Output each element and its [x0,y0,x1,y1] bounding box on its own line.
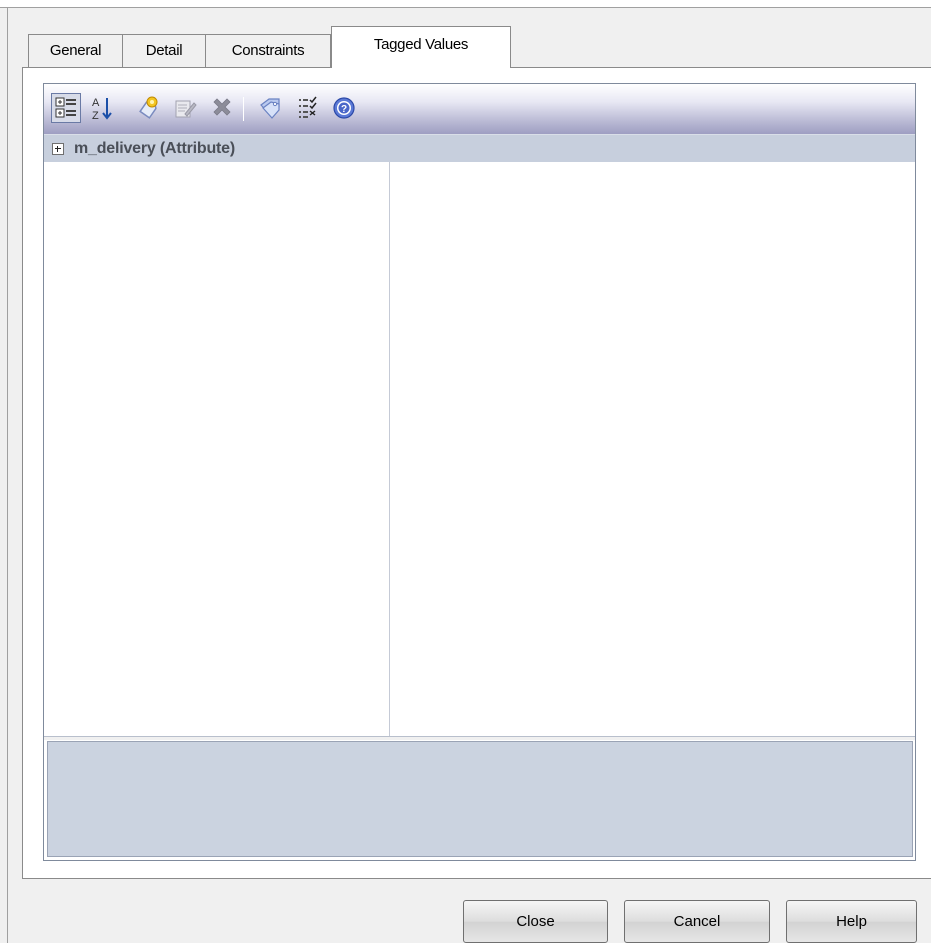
property-grid-body[interactable] [44,162,915,736]
tab-tagged-values[interactable]: Tagged Values [331,26,511,68]
expand-icon[interactable] [52,142,64,155]
new-tag-icon [139,96,158,119]
new-tag-button[interactable] [133,93,163,123]
svg-text:A: A [92,97,100,109]
description-pane [47,741,913,857]
checklist-icon [299,96,317,118]
delete-icon [213,98,231,116]
column-divider[interactable] [389,162,390,736]
window-left-edge [0,8,8,943]
category-label: m_delivery (Attribute) [74,139,235,157]
help-button[interactable]: Help [786,900,917,943]
tab-detail[interactable]: Detail [122,34,206,67]
help-toolbar-button[interactable]: ? [329,93,359,123]
tag-view-icon [260,98,280,119]
tag-view-button[interactable] [255,93,285,123]
description-splitter[interactable] [44,736,915,740]
help-icon: ? [333,97,355,119]
help-button-label: Help [836,913,867,930]
svg-text:?: ? [341,104,347,115]
sort-alphabetical-icon: A Z [92,97,112,121]
svg-text:Z: Z [92,110,99,121]
close-button[interactable]: Close [463,900,608,943]
toolbar-separator [243,97,244,121]
property-grid-toolbar: A Z ? [44,84,915,134]
tab-tagged-values-label: Tagged Values [373,36,469,53]
cancel-button-label: Cancel [673,913,721,930]
edit-tag-icon [175,100,197,118]
tagged-values-panel: A Z ? m_delivery (Attribute) [22,67,931,879]
sort-alphabetical-button[interactable]: A Z [88,93,118,123]
checklist-button[interactable] [292,93,322,123]
window-top-edge [0,0,931,8]
categorized-view-icon [55,97,76,118]
close-button-label: Close [516,913,555,930]
tab-constraints[interactable]: Constraints [205,34,331,67]
category-row[interactable]: m_delivery (Attribute) [44,134,915,162]
tab-general-label: General [49,42,102,59]
tab-detail-label: Detail [145,42,183,59]
edit-tag-button[interactable] [170,93,200,123]
tab-constraints-label: Constraints [231,42,305,59]
cancel-button[interactable]: Cancel [624,900,770,943]
property-grid: A Z ? m_delivery (Attribute) [43,83,916,861]
delete-button[interactable] [207,93,237,123]
tab-general[interactable]: General [28,34,123,67]
categorized-view-button[interactable] [51,93,81,123]
